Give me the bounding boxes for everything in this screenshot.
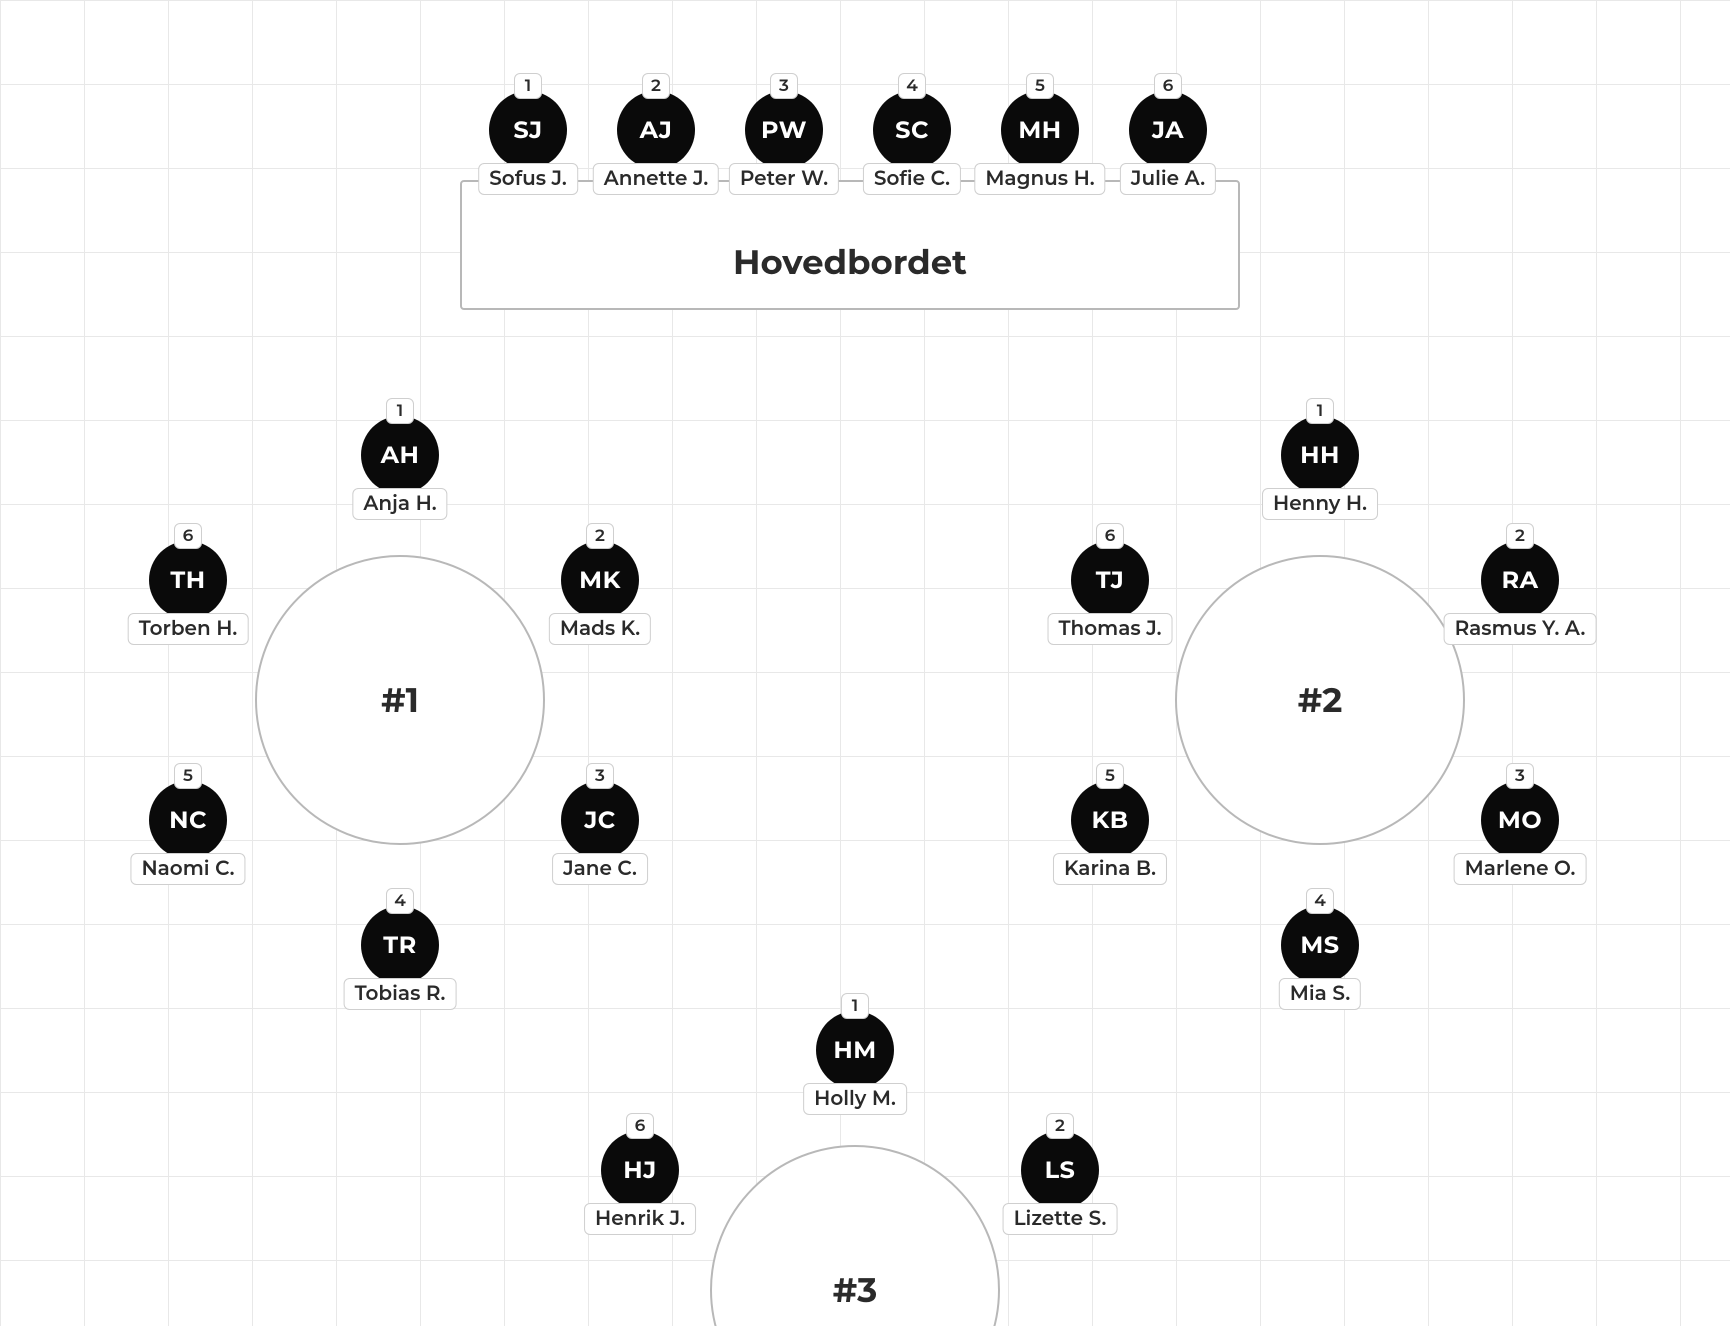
seat-initials: MH xyxy=(1001,91,1079,169)
seat-initials: SC xyxy=(873,91,951,169)
seat-name-chip: Lizette S. xyxy=(1003,1203,1118,1235)
seat[interactable]: 2 AJ Annette J. xyxy=(617,91,695,169)
seat-name-chip: Marlene O. xyxy=(1454,853,1587,885)
seat-initials: TH xyxy=(149,541,227,619)
seat-initials: PW xyxy=(745,91,823,169)
seat[interactable]: 5 MH Magnus H. xyxy=(1001,91,1079,169)
seat-initials: TR xyxy=(361,906,439,984)
seat-initials: TJ xyxy=(1071,541,1149,619)
head-table[interactable]: Hovedbordet xyxy=(460,180,1240,310)
seat[interactable]: 5 KB Karina B. xyxy=(1071,781,1149,859)
round-table-label: #3 xyxy=(712,1147,998,1326)
seat-initials: HH xyxy=(1281,416,1359,494)
seat-initials: JC xyxy=(561,781,639,859)
seat-initials: MK xyxy=(561,541,639,619)
seat[interactable]: 2 MK Mads K. xyxy=(561,541,639,619)
seat[interactable]: 5 NC Naomi C. xyxy=(149,781,227,859)
seat-name-chip: Sofus J. xyxy=(478,163,578,195)
seat[interactable]: 6 TJ Thomas J. xyxy=(1071,541,1149,619)
seat-initials: MO xyxy=(1481,781,1559,859)
seat[interactable]: 1 HM Holly M. xyxy=(816,1011,894,1089)
seat-name-chip: Jane C. xyxy=(552,853,648,885)
head-table-label: Hovedbordet xyxy=(462,241,1238,283)
seat[interactable]: 6 TH Torben H. xyxy=(149,541,227,619)
seat-name-chip: Sofie C. xyxy=(863,163,961,195)
seat-initials: AJ xyxy=(617,91,695,169)
seat-initials: JA xyxy=(1129,91,1207,169)
seat-initials: SJ xyxy=(489,91,567,169)
seat-initials: LS xyxy=(1021,1131,1099,1209)
seat-name-chip: Annette J. xyxy=(593,163,719,195)
round-table[interactable]: #3 xyxy=(710,1145,1000,1326)
seat[interactable]: 4 MS Mia S. xyxy=(1281,906,1359,984)
seat-name-chip: Magnus H. xyxy=(974,163,1105,195)
seat-name-chip: Mads K. xyxy=(549,613,651,645)
seat[interactable]: 6 HJ Henrik J. xyxy=(601,1131,679,1209)
seat-name-chip: Naomi C. xyxy=(130,853,245,885)
seat[interactable]: 1 AH Anja H. xyxy=(361,416,439,494)
seat-name-chip: Peter W. xyxy=(729,163,839,195)
seat-name-chip: Anja H. xyxy=(352,488,447,520)
seat[interactable]: 4 SC Sofie C. xyxy=(873,91,951,169)
seat-initials: HJ xyxy=(601,1131,679,1209)
seat[interactable]: 1 HH Henny H. xyxy=(1281,416,1359,494)
seat-initials: AH xyxy=(361,416,439,494)
seat-initials: NC xyxy=(149,781,227,859)
round-table[interactable]: #2 xyxy=(1175,555,1465,845)
seat-initials: HM xyxy=(816,1011,894,1089)
seat[interactable]: 3 JC Jane C. xyxy=(561,781,639,859)
seat[interactable]: 4 TR Tobias R. xyxy=(361,906,439,984)
seat[interactable]: 1 SJ Sofus J. xyxy=(489,91,567,169)
seat-name-chip: Henny H. xyxy=(1262,488,1378,520)
seat-name-chip: Thomas J. xyxy=(1048,613,1173,645)
round-table-label: #1 xyxy=(257,557,543,843)
round-table[interactable]: #1 xyxy=(255,555,545,845)
round-table-label: #2 xyxy=(1177,557,1463,843)
seat-name-chip: Julie A. xyxy=(1120,163,1216,195)
seat-name-chip: Tobias R. xyxy=(344,978,457,1010)
seat-name-chip: Rasmus Y. A. xyxy=(1444,613,1597,645)
seat[interactable]: 6 JA Julie A. xyxy=(1129,91,1207,169)
seat[interactable]: 3 MO Marlene O. xyxy=(1481,781,1559,859)
seat[interactable]: 2 LS Lizette S. xyxy=(1021,1131,1099,1209)
seat-name-chip: Henrik J. xyxy=(584,1203,696,1235)
seat-name-chip: Holly M. xyxy=(803,1083,907,1115)
seat-name-chip: Mia S. xyxy=(1279,978,1361,1010)
seat-name-chip: Karina B. xyxy=(1053,853,1167,885)
seat[interactable]: 2 RA Rasmus Y. A. xyxy=(1481,541,1559,619)
seat-initials: RA xyxy=(1481,541,1559,619)
seat-initials: MS xyxy=(1281,906,1359,984)
seat-initials: KB xyxy=(1071,781,1149,859)
seat-name-chip: Torben H. xyxy=(128,613,249,645)
seating-canvas[interactable]: Hovedbordet 1 SJ Sofus J. 2 AJ Annette J… xyxy=(0,0,1730,1326)
seat[interactable]: 3 PW Peter W. xyxy=(745,91,823,169)
